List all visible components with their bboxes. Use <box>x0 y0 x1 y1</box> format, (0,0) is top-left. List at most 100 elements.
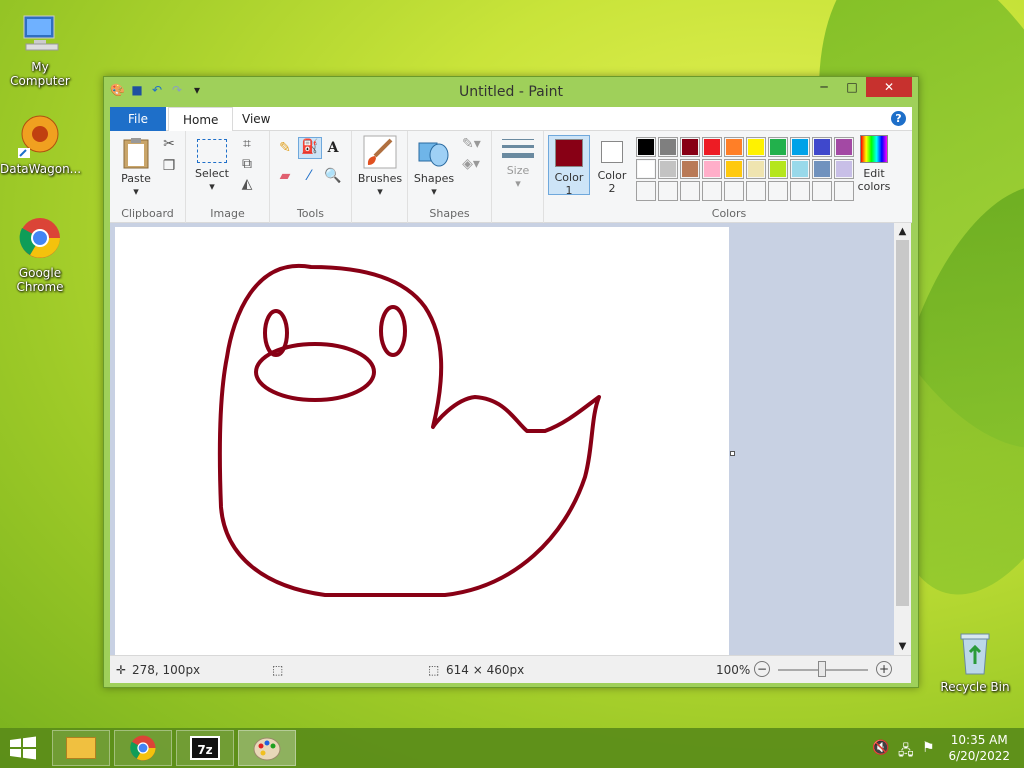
custom-color-slot[interactable] <box>658 181 678 201</box>
tab-view[interactable]: View <box>228 107 284 131</box>
tab-home[interactable]: Home <box>168 107 234 132</box>
custom-color-slot[interactable] <box>834 181 854 201</box>
resize-icon[interactable]: ⧉ <box>238 155 256 173</box>
shapes-label: Shapes <box>413 172 455 185</box>
color-swatch[interactable] <box>768 137 788 157</box>
canvas-area: ▲ ▼ <box>110 223 911 655</box>
custom-color-slot[interactable] <box>680 181 700 201</box>
select-label: Select <box>195 167 229 180</box>
color-swatch[interactable] <box>768 159 788 179</box>
custom-color-slot[interactable] <box>636 181 656 201</box>
taskbar-7zip[interactable]: 7z <box>176 730 234 766</box>
taskbar-chrome[interactable] <box>114 730 172 766</box>
group-colors: Color 1 Color 2 Edit colors Colors <box>544 131 914 223</box>
canvas-resize-handle[interactable] <box>730 451 735 456</box>
color-swatch[interactable] <box>636 159 656 179</box>
color-swatch[interactable] <box>790 159 810 179</box>
minimize-button[interactable]: ─ <box>810 77 838 97</box>
text-icon[interactable]: A <box>324 139 342 157</box>
size-button[interactable]: Size ▾ <box>498 137 538 190</box>
color2-label: Color <box>597 169 627 182</box>
paste-button[interactable]: Paste ▾ <box>116 137 156 198</box>
scroll-up-icon[interactable]: ▲ <box>894 223 911 240</box>
color-swatch[interactable] <box>812 137 832 157</box>
color2-button[interactable]: Color 2 <box>592 135 632 195</box>
outline-icon[interactable]: ✎▾ <box>462 135 481 153</box>
action-center-flag-icon[interactable]: ⚑ <box>922 740 935 756</box>
dropdown-arrow-icon: ▾ <box>431 185 437 198</box>
color-swatch[interactable] <box>636 137 656 157</box>
shape-fill-icon[interactable]: ◈▾ <box>462 155 480 173</box>
color-swatch[interactable] <box>746 137 766 157</box>
color-swatch[interactable] <box>724 137 744 157</box>
color-swatch[interactable] <box>724 159 744 179</box>
taskbar: 7z 🔇 🖧 ⚑ 10:35 AM 6/20/2022 <box>0 728 1024 768</box>
brushes-button[interactable]: Brushes ▾ <box>356 135 404 198</box>
tab-file[interactable]: File <box>110 107 166 131</box>
folder-icon <box>66 737 96 759</box>
eraser-icon[interactable]: ▰ <box>276 167 294 185</box>
color-swatch[interactable] <box>658 159 678 179</box>
start-button[interactable] <box>8 736 38 760</box>
group-size: Size ▾ <box>492 131 544 223</box>
drawing-canvas[interactable] <box>115 227 729 655</box>
color-swatch[interactable] <box>746 159 766 179</box>
color-swatch[interactable] <box>680 159 700 179</box>
custom-color-slot[interactable] <box>724 181 744 201</box>
copy-icon[interactable]: ❐ <box>160 157 178 175</box>
scrollbar-thumb[interactable] <box>896 240 909 606</box>
clock[interactable]: 10:35 AM 6/20/2022 <box>948 732 1010 764</box>
zoom-in-button[interactable]: + <box>876 661 892 677</box>
custom-color-slot[interactable] <box>768 181 788 201</box>
scroll-down-icon[interactable]: ▼ <box>894 638 911 655</box>
magnifier-icon[interactable]: 🔍 <box>324 167 342 185</box>
close-button[interactable]: ✕ <box>866 77 912 97</box>
size-label: Size <box>506 164 530 177</box>
desktop-icon-datawagon[interactable]: DataWagon... <box>0 112 82 176</box>
crop-icon[interactable]: ⌗ <box>238 135 256 153</box>
color-swatch[interactable] <box>702 159 722 179</box>
help-icon[interactable]: ? <box>891 111 906 126</box>
brush-icon <box>363 135 397 169</box>
group-label: Shapes <box>429 207 470 220</box>
zoom-slider-thumb[interactable] <box>818 661 826 677</box>
custom-color-slot[interactable] <box>812 181 832 201</box>
color-swatch[interactable] <box>834 159 854 179</box>
volume-muted-icon[interactable]: 🔇 <box>872 740 889 756</box>
custom-color-slot[interactable] <box>790 181 810 201</box>
group-brushes: Brushes ▾ <box>352 131 408 223</box>
maximize-button[interactable]: □ <box>838 77 866 97</box>
color-swatch[interactable] <box>702 137 722 157</box>
color-picker-icon[interactable]: ⁄ <box>300 167 318 185</box>
color-swatch[interactable] <box>812 159 832 179</box>
rotate-icon[interactable]: ◭ <box>238 175 256 193</box>
zoom-out-button[interactable]: − <box>754 661 770 677</box>
color-swatch[interactable] <box>790 137 810 157</box>
edit-colors-button[interactable]: Edit colors <box>852 135 896 193</box>
desktop-icon-label: DataWagon... <box>0 162 82 176</box>
taskbar-file-explorer[interactable] <box>52 730 110 766</box>
title-bar[interactable]: 🎨 ■ ↶ ↷ ▾ Untitled - Paint ─ □ ✕ <box>104 77 918 107</box>
color-swatch[interactable] <box>834 137 854 157</box>
shapes-button[interactable]: Shapes ▾ <box>412 135 456 198</box>
desktop-icon-recycle-bin[interactable]: Recycle Bin <box>935 630 1015 694</box>
taskbar-paint[interactable] <box>238 730 296 766</box>
color-swatch[interactable] <box>658 137 678 157</box>
desktop-icon-my-computer[interactable]: My Computer <box>0 10 80 88</box>
network-icon[interactable]: 🖧 <box>898 740 914 764</box>
select-button[interactable]: Select ▾ <box>194 137 230 193</box>
custom-color-slot[interactable] <box>746 181 766 201</box>
pencil-icon[interactable]: ✎ <box>276 139 294 157</box>
vertical-scrollbar[interactable]: ▲ ▼ <box>894 223 911 655</box>
desktop-icon-google-chrome[interactable]: Google Chrome <box>0 216 80 294</box>
color2-swatch <box>601 141 623 163</box>
color-swatch[interactable] <box>680 137 700 157</box>
cut-icon[interactable]: ✂ <box>160 135 178 153</box>
custom-color-slot[interactable] <box>702 181 722 201</box>
windows-logo-icon <box>10 736 36 760</box>
group-label: Tools <box>296 207 325 220</box>
fill-icon[interactable]: ⛽ <box>298 137 322 159</box>
group-label: Clipboard <box>121 207 174 220</box>
size-icon <box>502 139 534 158</box>
color1-button[interactable]: Color 1 <box>548 135 590 197</box>
